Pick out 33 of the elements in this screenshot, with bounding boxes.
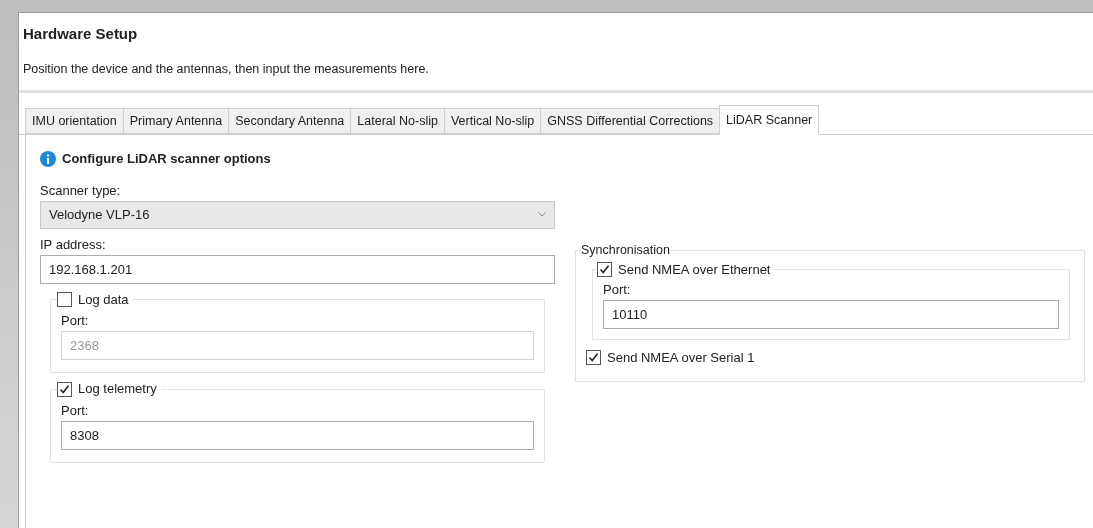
info-icon (40, 151, 56, 167)
description-text: Position the device and the antennas, then input the measurements here. (23, 60, 430, 78)
tab[interactable]: GNSS Differential Corrections (540, 108, 721, 135)
field-label: Port: (61, 313, 90, 330)
checkbox[interactable] (57, 381, 72, 397)
checkmark-icon (59, 383, 70, 395)
tab[interactable]: LiDAR Scanner (719, 105, 820, 136)
checkbox[interactable] (586, 349, 601, 365)
tab[interactable]: Lateral No-slip (350, 108, 445, 135)
checkbox-label: Send NMEA over Ethernet (618, 261, 771, 279)
group-title: Synchronisation (580, 242, 671, 260)
checkbox-label: Log telemetry (78, 380, 157, 399)
ip-address-field[interactable]: 192.168.1.201 (40, 254, 555, 284)
info-text: Configure LiDAR scanner options (62, 150, 271, 169)
tab[interactable]: Secondary Antenna (228, 108, 352, 135)
checkbox[interactable] (57, 292, 72, 307)
checkbox[interactable] (597, 262, 612, 278)
field-label: Port: (61, 402, 90, 419)
chevron-down-icon (538, 212, 546, 218)
checkbox-label: Send NMEA over Serial 1 (607, 348, 755, 367)
tab[interactable]: IMU orientation (25, 108, 124, 135)
checkbox-label: Log data (78, 290, 129, 309)
window-title: Hardware Setup (23, 24, 139, 44)
port-field[interactable]: 8308 (61, 420, 534, 450)
scanner-type-dropdown[interactable]: Velodyne VLP-16 (40, 200, 555, 229)
tab[interactable]: Primary Antenna (122, 108, 230, 135)
field-label: Scanner type: (40, 182, 122, 199)
checkmark-icon (588, 351, 599, 363)
field-label: IP address: (40, 236, 107, 253)
field-label: Port: (603, 281, 632, 298)
port-field[interactable]: 10110 (603, 299, 1059, 329)
checkmark-icon (599, 264, 610, 276)
tab[interactable]: Vertical No-slip (443, 108, 542, 135)
